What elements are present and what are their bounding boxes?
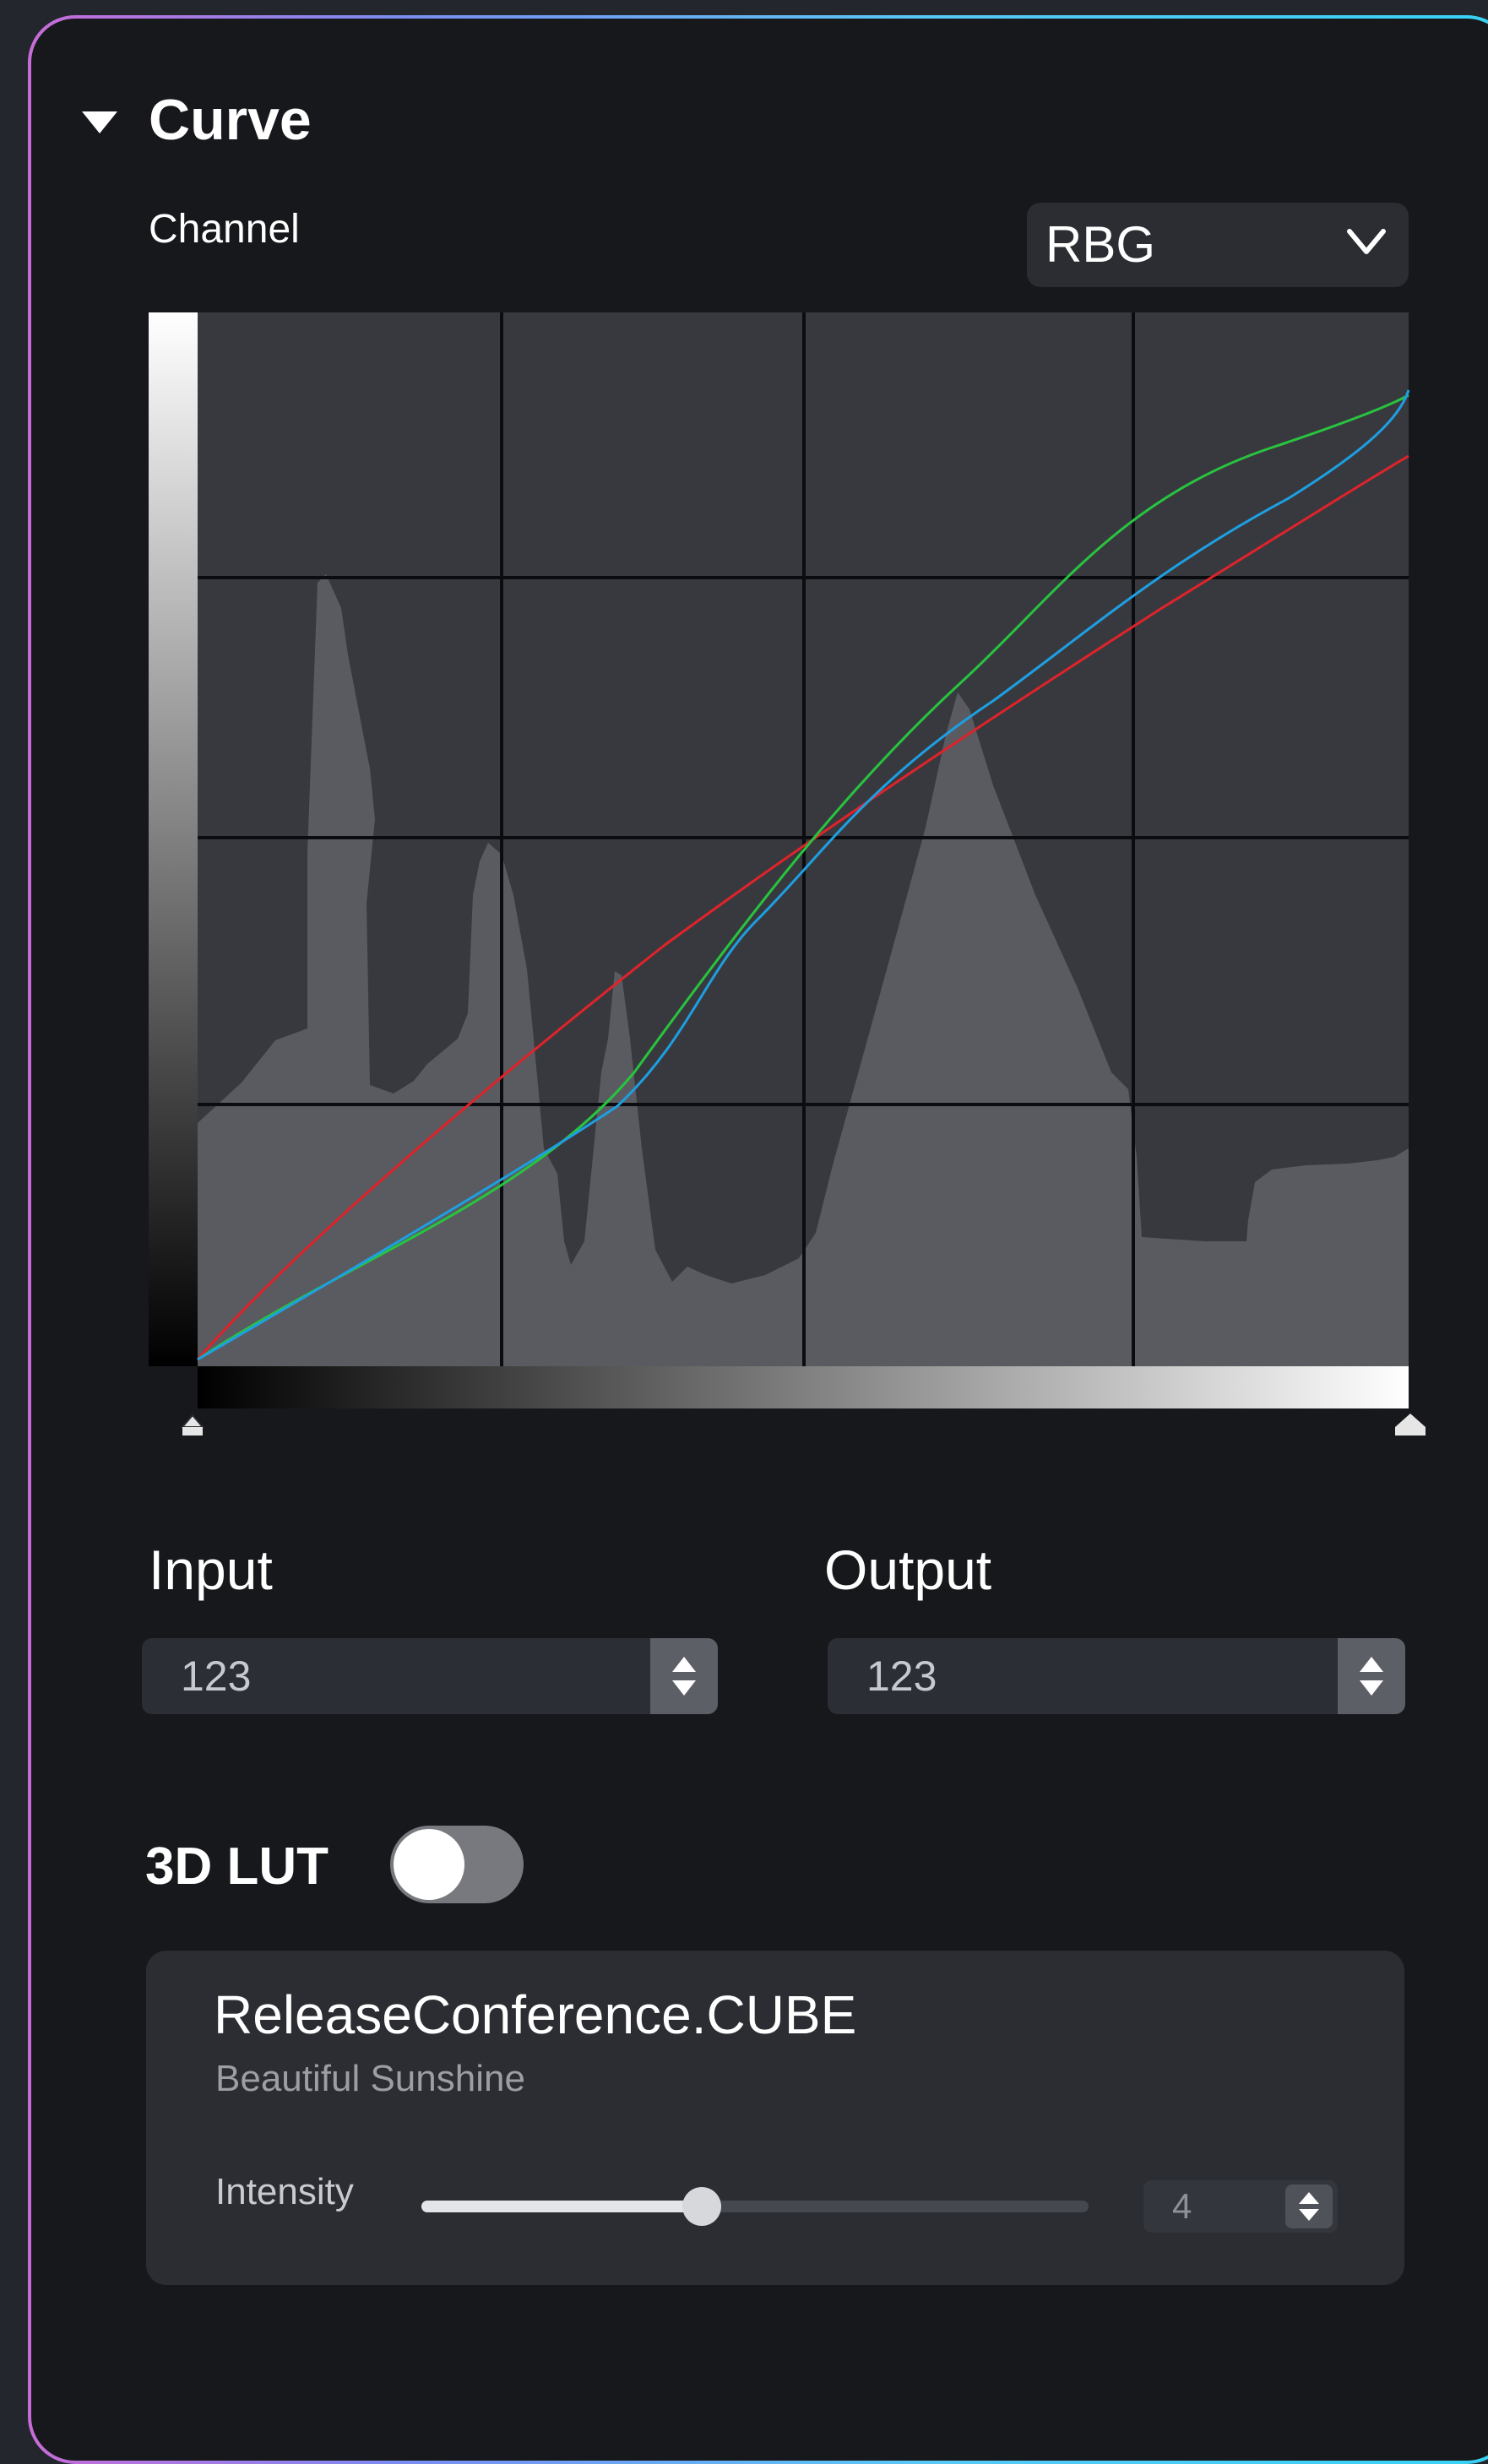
- lut-label: 3D LUT: [145, 1837, 329, 1896]
- output-field[interactable]: 123: [828, 1638, 1405, 1714]
- chevron-down-icon: [1347, 229, 1386, 254]
- curve-editor[interactable]: [149, 312, 1439, 1452]
- lut-card: ReleaseConference.CUBE Beautiful Sunshin…: [146, 1951, 1404, 2285]
- input-gradient-bar: [198, 1366, 1409, 1408]
- stepper-arrows-icon: [1360, 1657, 1383, 1696]
- intensity-value: 4: [1172, 2186, 1192, 2226]
- intensity-label: Intensity: [215, 2171, 354, 2212]
- channel-select[interactable]: RBG: [1027, 203, 1409, 287]
- channel-label: Channel: [149, 207, 300, 252]
- intensity-stepper-arrows[interactable]: [1285, 2184, 1333, 2228]
- black-point-handle[interactable]: [180, 1414, 205, 1436]
- intensity-stepper[interactable]: 4: [1143, 2180, 1338, 2233]
- stepper-arrows-icon: [1299, 2192, 1319, 2221]
- lut-description: Beautiful Sunshine: [215, 2058, 525, 2099]
- output-stepper-arrows[interactable]: [1338, 1638, 1405, 1714]
- output-gradient-bar: [149, 312, 198, 1366]
- lut-toggle[interactable]: [390, 1826, 524, 1903]
- input-field[interactable]: 123: [142, 1638, 718, 1714]
- channel-select-value: RBG: [1045, 216, 1156, 273]
- intensity-slider-fill: [421, 2201, 702, 2212]
- output-label: Output: [824, 1539, 992, 1601]
- white-point-handle[interactable]: [1395, 1414, 1426, 1436]
- input-label: Input: [149, 1539, 273, 1601]
- output-value: 123: [866, 1653, 937, 1700]
- input-value: 123: [181, 1653, 252, 1700]
- triangle-down-icon[interactable]: [82, 111, 117, 133]
- intensity-slider-thumb[interactable]: [682, 2187, 721, 2226]
- stepper-arrows-icon: [672, 1657, 696, 1696]
- lut-toggle-knob: [394, 1829, 464, 1900]
- lut-file-name: ReleaseConference.CUBE: [214, 1984, 857, 2045]
- input-stepper-arrows[interactable]: [650, 1638, 718, 1714]
- section-title-curve: Curve: [149, 88, 312, 152]
